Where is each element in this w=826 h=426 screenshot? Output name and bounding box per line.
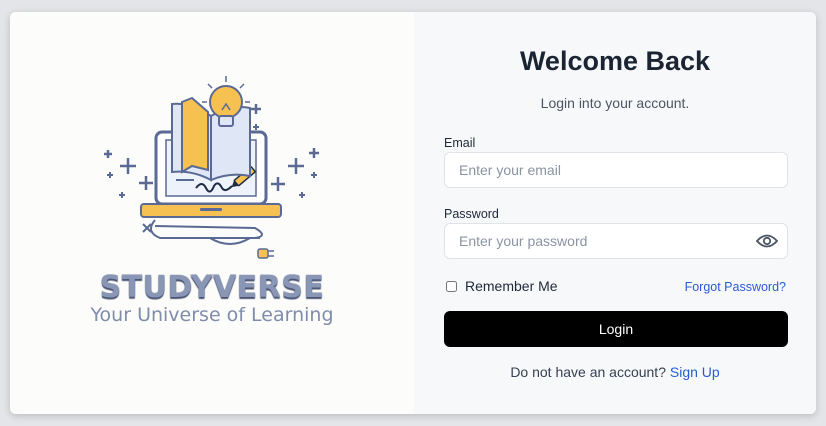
brand-panel: STUDYVERSE Your Universe of Learning [10, 12, 414, 414]
login-panel: Welcome Back Login into your account. Em… [414, 12, 816, 414]
brand-tagline: Your Universe of Learning [90, 304, 334, 326]
signup-link[interactable]: Sign Up [670, 364, 720, 380]
signup-prompt-text: Do not have an account? [510, 364, 666, 380]
password-field[interactable] [444, 223, 788, 259]
eye-icon[interactable] [756, 233, 778, 249]
email-field[interactable] [444, 152, 788, 188]
forgot-password-link[interactable]: Forgot Password? [685, 280, 786, 294]
laptop-cable [150, 219, 263, 239]
page-title: Welcome Back [519, 46, 711, 76]
login-card: STUDYVERSE Your Universe of Learning Wel… [10, 12, 816, 414]
signup-prompt: Do not have an account? Sign Up [414, 364, 816, 380]
email-label: Email [444, 136, 476, 150]
brand-name: STUDYVERSE [99, 270, 325, 305]
remember-me-checkbox[interactable] [446, 280, 457, 292]
page-subtitle: Login into your account. [540, 95, 690, 111]
plug-icon [257, 248, 269, 259]
spark-icon [142, 223, 152, 233]
studyverse-logo-illustration [104, 76, 319, 259]
login-button[interactable]: Login [444, 311, 788, 347]
remember-me[interactable]: Remember Me [444, 278, 558, 294]
remember-me-label: Remember Me [465, 278, 558, 294]
password-label: Password [444, 207, 499, 221]
